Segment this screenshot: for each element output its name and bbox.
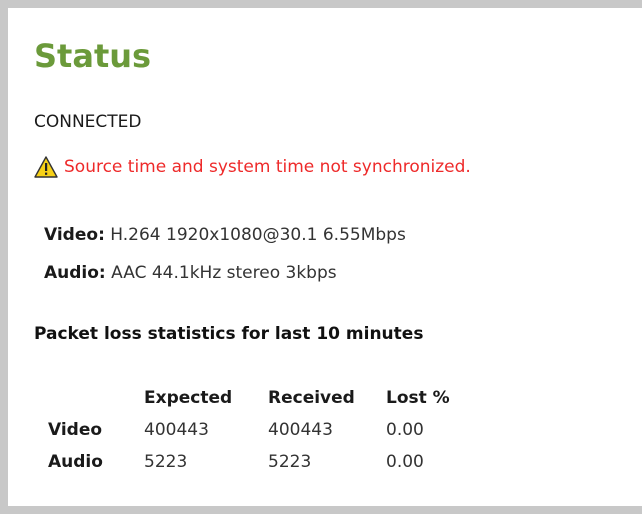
packet-loss-title: Packet loss statistics for last 10 minut…	[34, 324, 424, 344]
expected-cell: 400443	[144, 420, 209, 440]
row-label: Audio	[48, 452, 103, 472]
sync-warning: Source time and system time not synchron…	[34, 156, 471, 178]
table-header-row: Expected Received Lost %	[38, 384, 486, 414]
audio-info-label: Audio:	[44, 263, 106, 283]
received-cell: 5223	[268, 452, 312, 472]
expected-cell: 5223	[144, 452, 188, 472]
warning-icon	[34, 156, 58, 178]
video-info: Video: H.264 1920x1080@30.1 6.55Mbps	[44, 225, 406, 245]
column-header-expected: Expected	[144, 388, 233, 408]
status-title: Status	[34, 37, 152, 75]
lost-cell: 0.00	[386, 452, 424, 472]
audio-info: Audio: AAC 44.1kHz stereo 3kbps	[44, 263, 337, 283]
video-info-label: Video:	[44, 225, 105, 245]
connection-state: CONNECTED	[34, 112, 142, 132]
column-header-blank	[38, 384, 144, 414]
status-panel: Status CONNECTED Source time and system …	[0, 0, 642, 514]
packet-loss-table: Expected Received Lost % Video 400443 40…	[38, 384, 486, 478]
table-row: Video 400443 400443 0.00	[38, 414, 486, 446]
received-cell: 400443	[268, 420, 333, 440]
table-row: Audio 5223 5223 0.00	[38, 446, 486, 478]
video-info-value: H.264 1920x1080@30.1 6.55Mbps	[110, 225, 406, 245]
column-header-lost: Lost %	[386, 388, 450, 408]
lost-cell: 0.00	[386, 420, 424, 440]
column-header-received: Received	[268, 388, 355, 408]
row-label: Video	[48, 420, 103, 440]
warning-text: Source time and system time not synchron…	[64, 157, 471, 177]
audio-info-value: AAC 44.1kHz stereo 3kbps	[111, 263, 337, 283]
